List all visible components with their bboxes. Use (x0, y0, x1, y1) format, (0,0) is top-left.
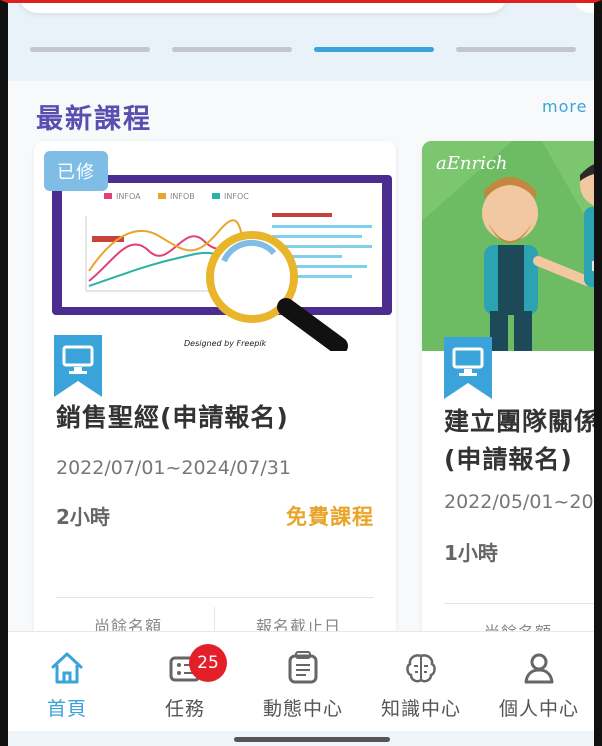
course-date-range: 2022/07/01~2024/07/31 (56, 457, 291, 479)
brain-icon (406, 654, 436, 683)
course-thumbnail: INFOA INFOB INFOC Designed by Freepik 已修 (34, 141, 396, 351)
latest-courses-section: 最新課程 more INFOA INFOB INFOC Designed by … (8, 81, 594, 651)
course-date-range: 2022/05/01~2024/05/31 (444, 491, 594, 513)
aenrich-logo: aEnrich (436, 153, 508, 174)
home-icon (51, 652, 83, 684)
course-hours: 1小時 (444, 541, 498, 565)
app-frame: 最新課程 more INFOA INFOB INFOC Designed by … (0, 0, 602, 746)
legend-label: INFOB (170, 192, 195, 201)
course-card[interactable]: INFOA INFOB INFOC Designed by Freepik 已修… (34, 141, 396, 651)
nav-label: 知識中心 (380, 698, 461, 720)
bottom-nav: 首頁 25 任務 動態中心 知識中心 個人中心 (8, 631, 594, 731)
nav-item-home[interactable]: 首頁 (8, 632, 126, 732)
tasks-count-badge: 25 (189, 644, 227, 682)
nav-item-profile[interactable]: 個人中心 (480, 632, 594, 732)
section-title: 最新課程 (36, 104, 152, 135)
carousel-indicator (30, 47, 590, 53)
carousel-dot[interactable] (30, 47, 150, 52)
nav-item-tasks[interactable]: 25 任務 (126, 632, 244, 732)
nav-item-knowledge[interactable]: 知識中心 (362, 632, 480, 732)
course-price: 免費課程 (286, 505, 374, 529)
divider (56, 597, 374, 598)
carousel-dot[interactable] (172, 47, 292, 52)
course-hours: 2小時 (56, 505, 110, 529)
course-thumbnail: aEnrich (422, 141, 594, 351)
nav-label: 個人中心 (498, 698, 579, 720)
nav-label: 動態中心 (262, 698, 343, 720)
legend-label: INFOC (224, 192, 249, 201)
course-card[interactable]: aEnrich 建立團隊關係(申請報名) 2022/05/01~2024/05/… (422, 141, 594, 651)
person-icon (524, 653, 554, 684)
carousel-dot[interactable] (456, 47, 576, 52)
nav-label: 任務 (164, 698, 205, 720)
completed-tag: 已修 (44, 151, 108, 191)
top-banner-area (8, 3, 594, 81)
course-title[interactable]: 建立團隊關係(申請報名) (444, 403, 594, 479)
more-link[interactable]: more (542, 97, 587, 116)
legend-label: INFOA (116, 192, 141, 201)
course-title[interactable]: 銷售聖經(申請報名) (56, 399, 396, 437)
nav-item-feed[interactable]: 動態中心 (244, 632, 362, 732)
feed-icon (288, 651, 318, 684)
nav-label: 首頁 (46, 698, 87, 720)
freepik-credit: Designed by Freepik (184, 339, 267, 348)
top-right-button[interactable] (573, 3, 594, 13)
home-indicator[interactable] (234, 737, 390, 742)
monitor-bookmark-icon (444, 337, 492, 399)
carousel-dot-active[interactable] (314, 47, 434, 52)
monitor-bookmark-icon (54, 335, 102, 397)
divider (444, 603, 594, 604)
search-bar[interactable] (18, 3, 508, 13)
